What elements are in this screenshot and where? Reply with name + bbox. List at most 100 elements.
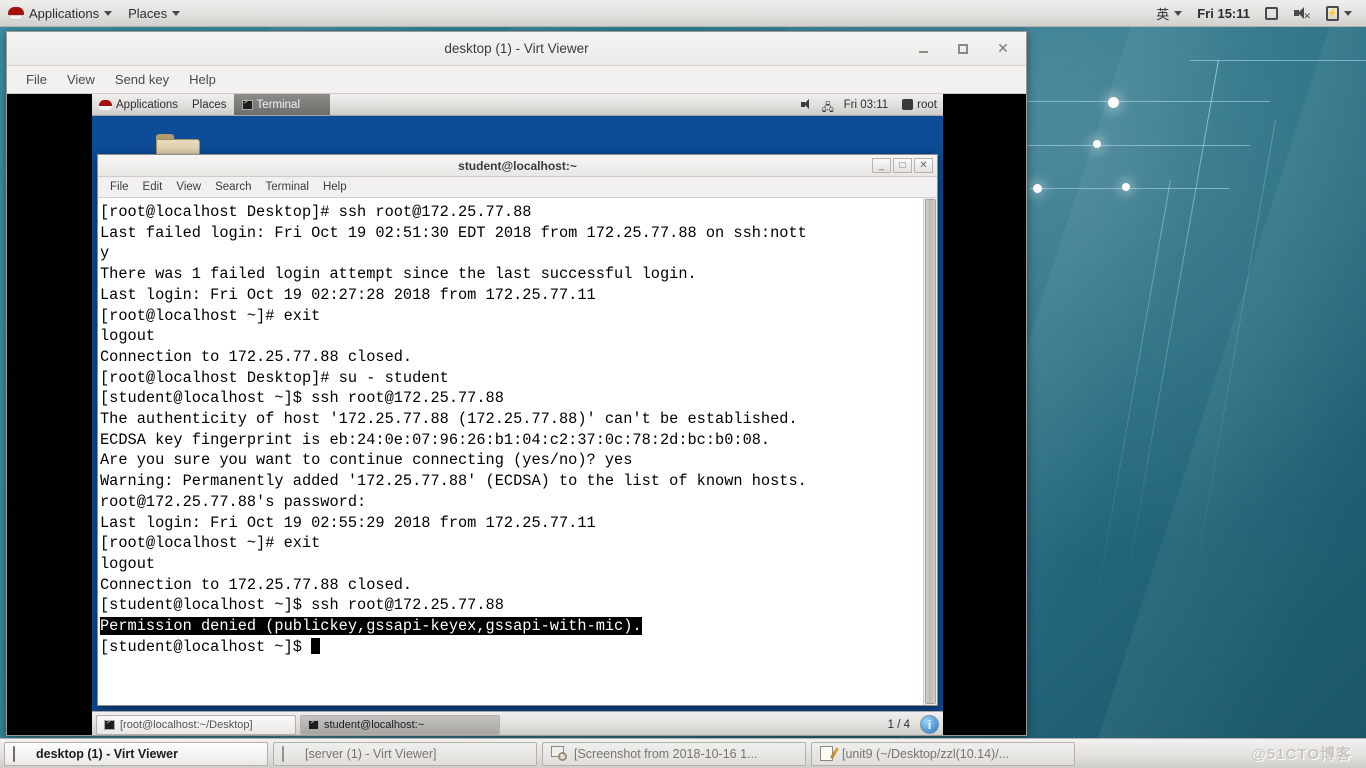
- places-menu[interactable]: Places: [120, 0, 188, 26]
- notepad-icon: [820, 746, 839, 761]
- terminal-line: [root@localhost ~]# exit: [100, 534, 321, 553]
- display-settings-button[interactable]: [1257, 0, 1286, 26]
- terminal-line: Permission denied (publickey,gssapi-keye…: [100, 616, 923, 637]
- menu-file[interactable]: File: [16, 66, 57, 93]
- terminal-menu-terminal[interactable]: Terminal: [259, 181, 316, 193]
- terminal-menu-edit[interactable]: Edit: [136, 181, 170, 193]
- monitor-icon: [282, 745, 298, 762]
- virt-viewer-titlebar[interactable]: desktop (1) - Virt Viewer ✕: [7, 32, 1026, 66]
- terminal-line: [root@localhost Desktop]# ssh root@172.2…: [100, 203, 532, 221]
- battery-button[interactable]: ⚡: [1318, 0, 1360, 26]
- guest-panel-active-window-label: Terminal: [256, 98, 301, 111]
- guest-panel-active-window[interactable]: Terminal: [233, 94, 330, 115]
- terminal-body[interactable]: [root@localhost Desktop]# ssh root@172.2…: [98, 198, 937, 705]
- guest-places-menu[interactable]: Places: [185, 94, 234, 115]
- chevron-down-icon: [172, 10, 181, 16]
- virt-viewer-menubar[interactable]: File View Send key Help: [7, 66, 1026, 94]
- terminal-line: Are you sure you want to continue connec…: [100, 451, 633, 470]
- taskbar-item-label: [server (1) - Virt Viewer]: [305, 746, 437, 761]
- info-icon[interactable]: i: [920, 715, 939, 734]
- watermark: @51CTO博客: [1251, 746, 1352, 763]
- guest-clock[interactable]: Fri 03:11: [844, 99, 889, 111]
- virt-maximize-button[interactable]: [954, 40, 972, 58]
- red-hat-logo-icon: [8, 6, 24, 20]
- terminal-line: Connection to 172.25.77.88 closed.: [100, 347, 413, 366]
- host-taskbar: desktop (1) - Virt Viewer [server (1) - …: [0, 738, 1366, 768]
- terminal-line: Warning: Permanently added '172.25.77.88…: [100, 472, 807, 491]
- taskbar-item-desktop-virt-viewer[interactable]: desktop (1) - Virt Viewer: [4, 741, 268, 766]
- workspace-pager[interactable]: 1 / 4: [888, 719, 916, 731]
- terminal-menu-help[interactable]: Help: [316, 181, 354, 193]
- input-method-label: 英: [1156, 6, 1170, 22]
- terminal-icon: [104, 719, 115, 730]
- terminal-menu-file[interactable]: File: [103, 181, 136, 193]
- guest-places-label: Places: [192, 98, 227, 111]
- speaker-icon[interactable]: [800, 99, 814, 110]
- user-icon: [902, 99, 914, 110]
- guest-applications-label: Applications: [116, 98, 179, 111]
- input-method-indicator[interactable]: 英: [1148, 0, 1190, 26]
- terminal-line: [student@localhost ~]$: [100, 637, 923, 658]
- terminal-cursor: [311, 637, 321, 654]
- taskbar-item-label: [Screenshot from 2018-10-16 1...: [574, 746, 758, 761]
- terminal-title: student@localhost:~: [458, 158, 577, 173]
- taskbar-item-screenshot[interactable]: [Screenshot from 2018-10-16 1...: [542, 741, 806, 766]
- terminal-window[interactable]: student@localhost:~ _ □ ✕ File Edit View…: [97, 154, 938, 706]
- terminal-line: [student@localhost ~]$ ssh root@172.25.7…: [100, 389, 504, 408]
- virt-viewer-window[interactable]: desktop (1) - Virt Viewer ✕ File View Se…: [6, 31, 1027, 736]
- places-menu-label: Places: [128, 5, 168, 21]
- terminal-scrollbar[interactable]: [923, 198, 937, 705]
- terminal-line: root@172.25.77.88's password:: [100, 492, 367, 511]
- terminal-line: logout: [100, 554, 156, 573]
- terminal-menu-search[interactable]: Search: [208, 181, 258, 193]
- terminal-line: ECDSA key fingerprint is eb:24:0e:07:96:…: [100, 430, 771, 449]
- guest-taskbar: [root@localhost:~/Desktop] student@local…: [92, 711, 943, 735]
- virt-close-button[interactable]: ✕: [994, 40, 1012, 58]
- terminal-line: There was 1 failed login attempt since t…: [100, 265, 697, 284]
- terminal-icon: [241, 99, 253, 110]
- screenshot-icon: [551, 746, 567, 761]
- network-icon[interactable]: 🖧: [822, 99, 836, 114]
- terminal-line: Last login: Fri Oct 19 02:27:28 2018 fro…: [100, 285, 596, 304]
- virt-minimize-button[interactable]: [914, 40, 932, 58]
- clock[interactable]: Fri 15:11: [1190, 0, 1257, 26]
- terminal-menu-view[interactable]: View: [169, 181, 208, 193]
- terminal-menubar[interactable]: File Edit View Search Terminal Help: [98, 177, 937, 198]
- guest-taskbar-button[interactable]: [root@localhost:~/Desktop]: [96, 714, 296, 735]
- taskbar-item-server-virt-viewer[interactable]: [server (1) - Virt Viewer]: [273, 741, 537, 766]
- guest-display-letterbox: Applications Places Terminal 🖧 Fri 03:11…: [7, 94, 1026, 735]
- terminal-minimize-button[interactable]: _: [872, 158, 891, 173]
- terminal-line: Last failed login: Fri Oct 19 02:51:30 E…: [100, 223, 807, 242]
- guest-taskbar-button-label: student@localhost:~: [324, 718, 425, 731]
- menu-send-key[interactable]: Send key: [105, 66, 179, 93]
- terminal-line: [root@localhost Desktop]# su - student: [100, 368, 449, 387]
- guest-taskbar-button-label: [root@localhost:~/Desktop]: [120, 718, 253, 731]
- virt-viewer-title: desktop (1) - Virt Viewer: [444, 41, 589, 56]
- guest-screen[interactable]: Applications Places Terminal 🖧 Fri 03:11…: [92, 94, 943, 735]
- taskbar-item-label: desktop (1) - Virt Viewer: [36, 746, 178, 761]
- display-icon: [1265, 6, 1278, 20]
- guest-taskbar-button[interactable]: student@localhost:~: [300, 714, 500, 735]
- guest-user-label[interactable]: root: [917, 99, 937, 111]
- terminal-icon: [308, 719, 319, 730]
- chevron-down-icon: [1344, 10, 1352, 16]
- speaker-muted-icon: ✕: [1294, 6, 1311, 20]
- terminal-titlebar[interactable]: student@localhost:~ _ □ ✕: [98, 155, 937, 177]
- terminal-close-button[interactable]: ✕: [914, 158, 933, 173]
- terminal-output[interactable]: [root@localhost Desktop]# ssh root@172.2…: [98, 198, 923, 705]
- terminal-line: [student@localhost ~]$ ssh root@172.25.7…: [100, 596, 504, 615]
- volume-button[interactable]: ✕: [1286, 0, 1318, 26]
- menu-view[interactable]: View: [57, 66, 105, 93]
- guest-applications-menu[interactable]: Applications: [92, 94, 185, 115]
- terminal-line: Last login: Fri Oct 19 02:55:29 2018 fro…: [100, 513, 596, 532]
- terminal-line: y: [100, 244, 110, 263]
- terminal-line: Connection to 172.25.77.88 closed.: [100, 575, 413, 594]
- terminal-maximize-button[interactable]: □: [893, 158, 912, 173]
- taskbar-item-unit9-document[interactable]: [unit9 (~/Desktop/zzl(10.14)/...: [811, 741, 1075, 766]
- terminal-scrollbar-thumb[interactable]: [925, 199, 936, 704]
- chevron-down-icon: [1174, 10, 1183, 16]
- applications-menu[interactable]: Applications: [0, 0, 120, 26]
- chevron-down-icon: [104, 10, 113, 16]
- monitor-icon: [13, 745, 29, 762]
- menu-help[interactable]: Help: [179, 66, 226, 93]
